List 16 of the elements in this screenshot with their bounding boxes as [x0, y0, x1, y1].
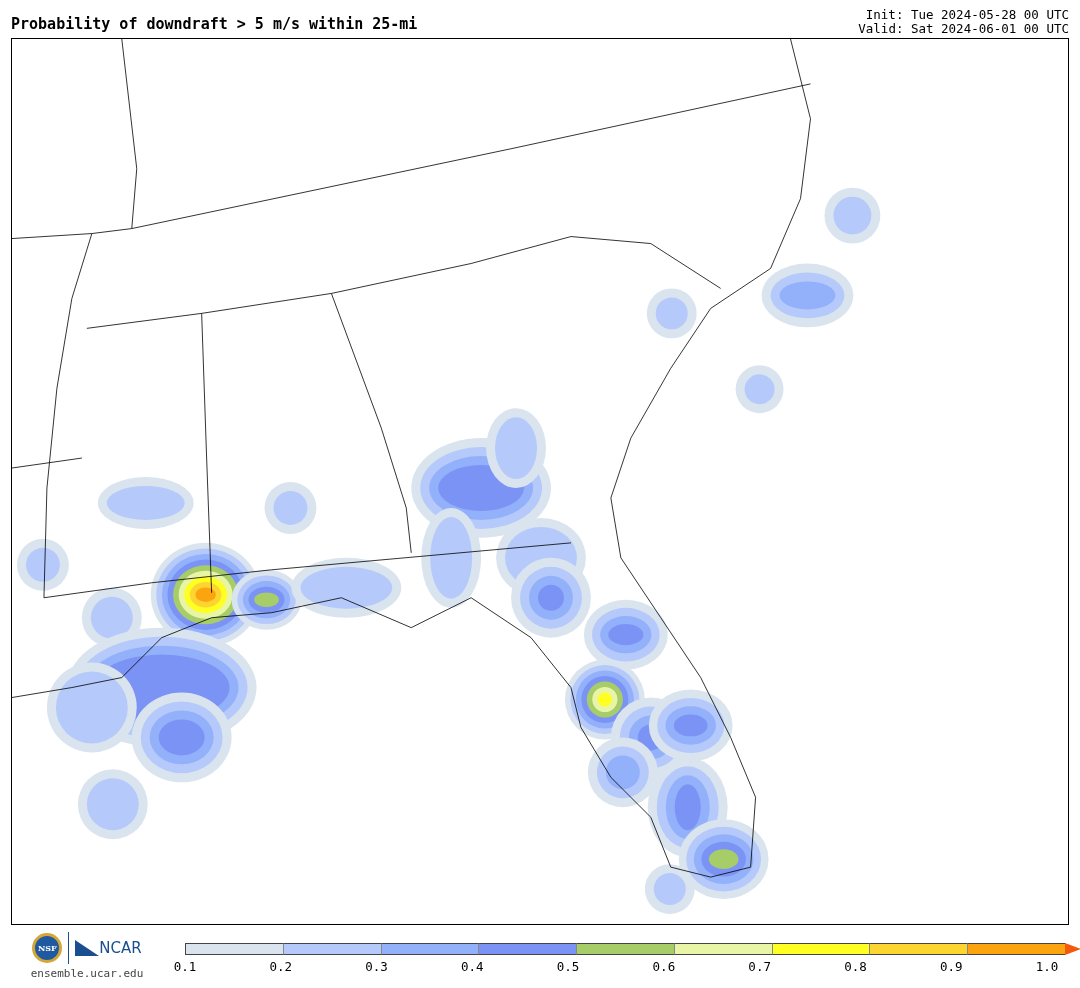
colorbar-tick-label: 0.6: [652, 959, 676, 974]
site-url: ensemble.ucar.edu: [30, 967, 144, 980]
colorbar-tick-label: 0.1: [173, 959, 197, 974]
colorbar-tick-label: 0.8: [844, 959, 867, 974]
ncar-logo: NCAR: [99, 939, 142, 957]
colorbar-tick-label: 0.3: [365, 959, 388, 974]
colorbar-tick-label: 0.7: [748, 959, 771, 974]
colorbar-tick-label: 1.0: [1035, 959, 1059, 974]
init-time: Init: Tue 2024-05-28 00 UTC: [865, 8, 1069, 22]
colorbar-tick-label: 0.5: [556, 959, 580, 974]
colorbar-tick-label: 0.4: [461, 959, 484, 974]
chart-title: Probability of downdraft > 5 m/s within 25-mi: [11, 15, 418, 35]
nsf-logo: NSF: [32, 933, 63, 963]
valid-time: Valid: Sat 2024-06-01 00 UTC: [858, 22, 1069, 36]
colorbar-tick-label: 0.9: [939, 959, 963, 974]
colorbar-tick-label: 0.2: [269, 959, 293, 974]
